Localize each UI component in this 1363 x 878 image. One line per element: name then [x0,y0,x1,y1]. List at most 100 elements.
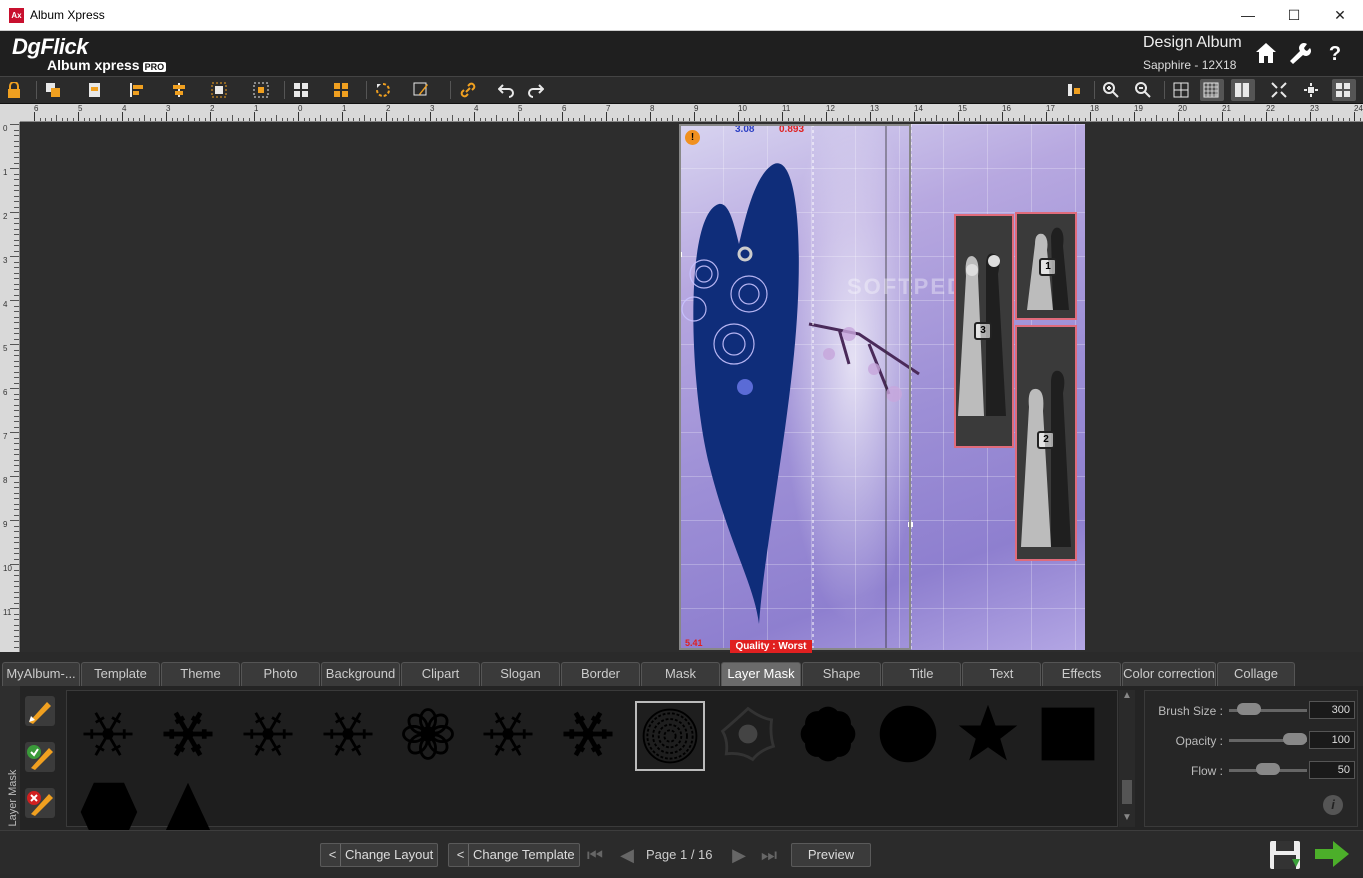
arrange-icon[interactable] [42,79,66,101]
tab-photo[interactable]: Photo [241,662,320,686]
grid-view-icon[interactable] [1170,79,1194,101]
mask-grunge-flower-icon[interactable] [715,701,785,771]
brush-tool-icon[interactable] [23,694,57,728]
photo-frame-2[interactable]: 2 [1015,325,1077,561]
tab-template[interactable]: Template [81,662,160,686]
tab-color-correction[interactable]: Color correction [1122,662,1216,686]
tab-border[interactable]: Border [561,662,640,686]
scroll-up-icon[interactable]: ▲ [1121,690,1133,704]
tab-title[interactable]: Title [882,662,961,686]
opacity-slider[interactable] [1283,733,1307,745]
layer-order-icon[interactable] [1063,79,1087,101]
lock-icon[interactable] [3,79,27,101]
maximize-button[interactable]: ☐ [1271,0,1317,31]
mask-star-icon[interactable] [955,701,1025,771]
preview-button[interactable]: Preview [791,843,871,867]
flow-value[interactable]: 50 [1309,761,1355,779]
wrench-icon[interactable] [1286,41,1312,67]
help-icon[interactable]: ? [1322,41,1348,67]
gallery-scrollbar[interactable]: ▲ ▼ [1119,690,1135,827]
mask-snowflake-3-icon[interactable] [235,701,305,771]
fit-page-icon[interactable] [1268,79,1292,101]
last-page-icon[interactable]: ⏭ [759,845,779,865]
tab-slogan[interactable]: Slogan [481,662,560,686]
page-setup-icon[interactable] [84,79,108,101]
next-step-icon[interactable] [1313,839,1351,869]
selected-panel-frame[interactable] [679,124,911,650]
tab-mask[interactable]: Mask [641,662,720,686]
scroll-down-icon[interactable]: ▼ [1121,812,1133,826]
tab-theme[interactable]: Theme [161,662,240,686]
ruler-h-subtick [892,115,893,121]
change-layout-button[interactable]: < Change Layout [320,843,439,867]
tab-clipart[interactable]: Clipart [401,662,480,686]
mask-mandala-icon[interactable] [635,701,705,771]
photo-frame-3[interactable]: 3 [954,214,1014,448]
tab-myalbum[interactable]: MyAlbum-... [2,662,80,686]
mask-flower-icon[interactable] [395,701,465,771]
mask-square-icon[interactable] [1035,701,1105,771]
spread-view-icon[interactable] [1231,79,1255,101]
opacity-value[interactable]: 100 [1309,731,1355,749]
brush-remove-icon[interactable] [23,786,57,820]
fit-icon[interactable] [250,79,274,101]
ruler-v-tick [14,481,19,483]
mask-fuzzy-flower-icon[interactable] [795,701,865,771]
save-icon[interactable] [1268,837,1304,873]
redo-icon[interactable] [525,79,549,101]
tab-shape[interactable]: Shape [802,662,881,686]
zoom-out-icon[interactable] [1132,79,1156,101]
change-template-button[interactable]: < Change Template [448,843,580,867]
link-icon[interactable] [457,79,481,101]
brush-add-icon[interactable] [23,740,57,774]
prev-page-icon[interactable]: ◀ [617,845,637,865]
ruler-v-tick [14,360,19,362]
tab-text[interactable]: Text [962,662,1041,686]
flow-slider[interactable] [1256,763,1280,775]
lt-icon: < [325,844,341,866]
panel-vertical-label: Layer Mask [0,686,20,830]
brush-size-slider[interactable] [1237,703,1262,715]
tab-layer-mask[interactable]: Layer Mask [721,662,801,686]
ruler-v-tick [14,289,19,290]
zoom-in-icon[interactable] [1100,79,1124,101]
ruler-h-subtick [320,115,321,121]
fullscreen-icon[interactable] [1332,79,1356,101]
ruler-v-tick [14,498,19,499]
mask-snowflake-4-icon[interactable] [315,701,385,771]
next-page-icon[interactable]: ▶ [729,845,749,865]
home-icon[interactable] [1253,41,1279,67]
app-icon: Ax [9,8,24,23]
align-center-icon[interactable] [168,79,192,101]
brush-size-value[interactable]: 300 [1309,701,1355,719]
minimize-button[interactable]: — [1225,0,1271,31]
align-left-icon[interactable] [126,79,150,101]
photo-frame-1[interactable]: 1 [1015,212,1077,320]
distribute-icon[interactable] [208,79,232,101]
brush-size-label: Brush Size : [1158,704,1223,718]
ruler-h-tick [342,112,343,121]
mask-snowflake-2-icon[interactable] [155,701,225,771]
info-icon[interactable]: i [1323,795,1343,815]
mask-circle-icon[interactable] [875,701,945,771]
first-page-icon[interactable]: ⏮ [585,845,605,865]
ruler-h-subtick [672,115,673,121]
scroll-thumb[interactable] [1122,780,1132,804]
undo-icon[interactable] [495,79,519,101]
ruler-v-tick [14,465,19,466]
mask-snowflake-5-icon[interactable] [475,701,545,771]
grid-layout-color-icon[interactable] [330,79,354,101]
grid-fine-icon[interactable] [1200,79,1224,101]
edit-icon[interactable] [410,79,434,101]
grid-layout-icon[interactable] [290,79,314,101]
tab-background[interactable]: Background [321,662,400,686]
mask-snowflake-1-icon[interactable] [75,701,145,771]
ruler-v-tick [10,432,19,433]
tab-collage[interactable]: Collage [1217,662,1295,686]
mask-snowflake-6-icon[interactable] [555,701,625,771]
close-button[interactable]: ✕ [1317,0,1363,31]
fit-width-icon[interactable] [1300,79,1324,101]
ruler-h-tick [122,112,123,121]
tab-effects[interactable]: Effects [1042,662,1121,686]
rotate-icon[interactable] [372,79,396,101]
